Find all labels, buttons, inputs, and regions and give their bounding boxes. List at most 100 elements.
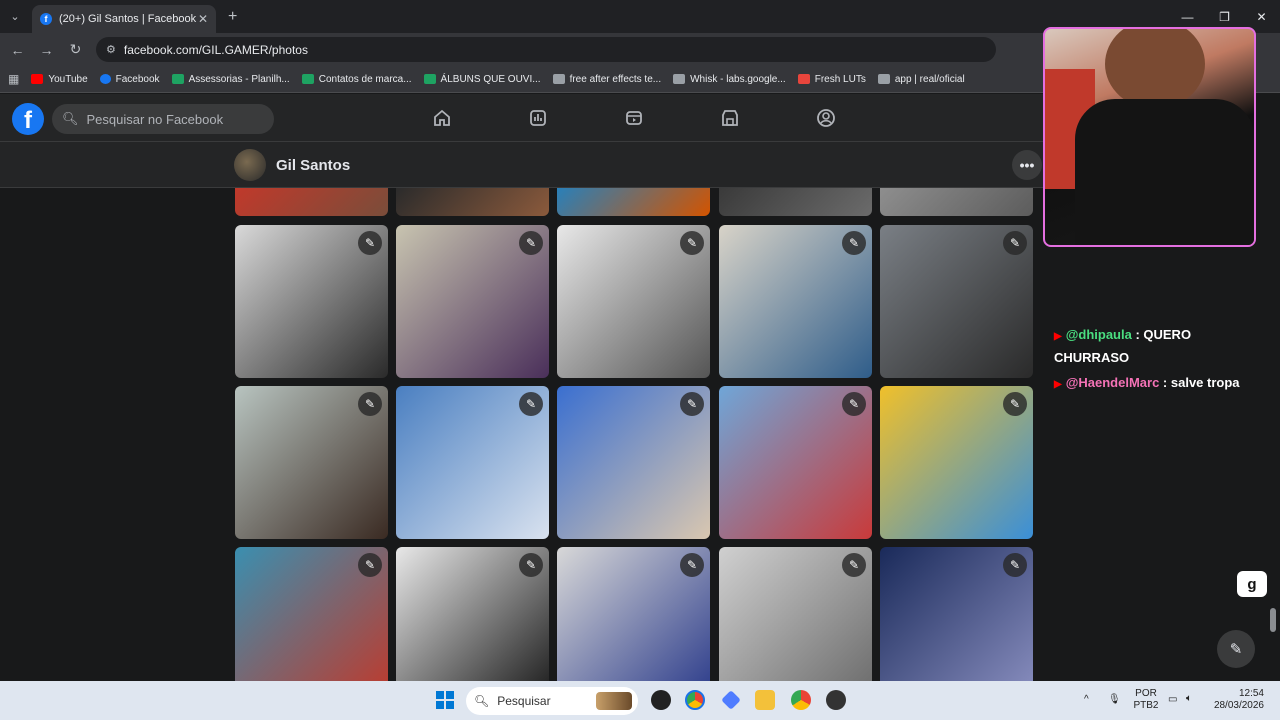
webcam-overlay (1043, 27, 1256, 247)
reload-button[interactable]: ↻ (61, 41, 90, 58)
tab-close-icon[interactable]: ✕ (198, 12, 208, 26)
bookmark-youtube[interactable]: YouTube (31, 74, 88, 85)
bookmark-assessorias[interactable]: Assessorias - Planilh... (171, 74, 290, 85)
photo-thumbnail[interactable]: ✎ (396, 547, 549, 681)
tab-search-button[interactable]: ⌄ (0, 0, 30, 33)
volume-icon[interactable]: 🔈︎ (1186, 693, 1192, 705)
file-explorer-icon[interactable] (755, 690, 775, 710)
whisk-icon (673, 74, 686, 84)
photo-thumbnail[interactable]: ✎ (396, 386, 549, 539)
search-highlight-image (596, 692, 632, 710)
photo-grid: ✎ ✎ ✎ ✎ ✎ ✎ ✎ ✎ ✎ ✎ ✎ ✎ ✎ ✎ ✎ (0, 188, 1045, 681)
webcam-person (1105, 29, 1205, 109)
more-options-button[interactable]: ••• (1012, 150, 1042, 180)
edit-pencil-icon[interactable]: ✎ (680, 392, 704, 416)
edit-pencil-icon[interactable]: ✎ (358, 392, 382, 416)
chat-username: @HaendelMarc (1065, 375, 1160, 390)
live-chat-overlay: ▶ @dhipaula : QUERO CHURRASO ▶ @HaendelMar… (1054, 324, 1264, 399)
home-icon[interactable] (431, 107, 453, 129)
photo-thumbnail[interactable]: ✎ (719, 547, 872, 681)
facebook-icon (99, 74, 111, 84)
photo-thumbnail[interactable]: ✎ (880, 547, 1033, 681)
back-button[interactable]: ← (3, 42, 32, 58)
edit-pencil-icon[interactable]: ✎ (519, 553, 543, 577)
photo-thumbnail[interactable]: ✎ (880, 386, 1033, 539)
scrollbar-thumb[interactable] (1270, 608, 1276, 632)
tab-title: (20+) Gil Santos | Facebook (59, 13, 197, 25)
photo-thumbnail[interactable]: ✎ (557, 225, 710, 378)
photo-thumbnail[interactable] (235, 188, 388, 216)
g-extension-button[interactable]: g (1237, 571, 1267, 597)
photo-thumbnail[interactable] (396, 188, 549, 216)
photo-thumbnail[interactable]: ✎ (557, 386, 710, 539)
bookmark-app-real[interactable]: app | real/oficial (877, 74, 965, 85)
taskbar-search-input[interactable]: 🔍︎ Pesquisar (466, 687, 638, 715)
chrome-canary-icon[interactable] (791, 690, 811, 710)
facebook-logo[interactable]: f (12, 103, 44, 135)
youtube-icon: ▶ (1054, 379, 1062, 390)
bookmark-whisk[interactable]: Whisk - labs.google... (673, 74, 786, 85)
edit-pencil-icon[interactable]: ✎ (842, 231, 866, 255)
edit-pencil-icon[interactable]: ✎ (358, 553, 382, 577)
microphone-icon[interactable]: 🎙︎ (1108, 694, 1121, 706)
edit-pencil-icon[interactable]: ✎ (680, 231, 704, 255)
bookmark-icon (552, 74, 565, 84)
new-message-button[interactable]: ✎ (1217, 630, 1255, 668)
photo-thumbnail[interactable] (557, 188, 710, 216)
bookmark-facebook[interactable]: Facebook (99, 74, 160, 85)
marketplace-icon[interactable] (719, 107, 741, 129)
edit-pencil-icon[interactable]: ✎ (1003, 392, 1027, 416)
photo-thumbnail[interactable]: ✎ (235, 225, 388, 378)
edit-pencil-icon[interactable]: ✎ (519, 231, 543, 255)
obs-icon[interactable] (651, 690, 671, 710)
apps-grid-icon[interactable]: ▦ (8, 72, 19, 86)
chat-text: salve tropa (1170, 375, 1240, 390)
photo-thumbnail[interactable]: ✎ (235, 547, 388, 681)
facebook-search-input[interactable]: 🔍︎ Pesquisar no Facebook (52, 104, 274, 134)
photo-thumbnail[interactable]: ✎ (719, 225, 872, 378)
forward-button[interactable]: → (32, 42, 61, 58)
bookmark-after-effects[interactable]: free after effects te... (552, 74, 661, 85)
photo-thumbnail[interactable]: ✎ (557, 547, 710, 681)
site-info-icon[interactable]: ⚙ (106, 43, 116, 56)
bookmark-albuns[interactable]: ÁLBUNS QUE OUVI... (423, 74, 541, 85)
webcam-shirt (1075, 99, 1254, 245)
app-icon[interactable] (826, 690, 846, 710)
edit-pencil-icon[interactable]: ✎ (519, 392, 543, 416)
chevron-up-icon[interactable]: ^ (1084, 694, 1089, 706)
edit-pencil-icon[interactable]: ✎ (1003, 553, 1027, 577)
photo-thumbnail[interactable]: ✎ (880, 225, 1033, 378)
bookmark-contatos[interactable]: Contatos de marca... (301, 74, 412, 85)
photo-thumbnail[interactable] (880, 188, 1033, 216)
photo-thumbnail[interactable]: ✎ (235, 386, 388, 539)
network-icon[interactable]: ▭ (1168, 694, 1177, 706)
edit-pencil-icon[interactable]: ✎ (358, 231, 382, 255)
chrome-icon[interactable] (685, 690, 705, 710)
play-icon (877, 74, 890, 84)
windows-start-icon[interactable] (436, 691, 454, 709)
photo-thumbnail[interactable]: ✎ (719, 386, 872, 539)
browser-tab[interactable]: f (20+) Gil Santos | Facebook ✕ (32, 5, 216, 33)
profile-name[interactable]: Gil Santos (276, 157, 350, 174)
edit-pencil-icon[interactable]: ✎ (842, 553, 866, 577)
language-indicator[interactable]: POR PTB2 (1132, 688, 1160, 712)
chat-message: ▶ @HaendelMarc : salve tropa (1054, 375, 1240, 390)
photo-thumbnail[interactable] (719, 188, 872, 216)
groups-icon[interactable] (815, 107, 837, 129)
edit-pencil-icon[interactable]: ✎ (842, 392, 866, 416)
edit-pencil-icon[interactable]: ✎ (1003, 231, 1027, 255)
photo-thumbnail[interactable]: ✎ (396, 225, 549, 378)
avatar[interactable] (234, 149, 266, 181)
luts-icon (797, 74, 810, 84)
edit-pencil-icon[interactable]: ✎ (680, 553, 704, 577)
clock[interactable]: 12:54 28/03/2026 (1206, 688, 1264, 712)
app-icon[interactable] (721, 690, 741, 710)
video-icon[interactable] (623, 107, 645, 129)
bookmark-fresh-luts[interactable]: Fresh LUTs (797, 74, 866, 85)
feed-icon[interactable] (527, 107, 549, 129)
sheets-icon (171, 74, 184, 84)
new-tab-button[interactable]: + (228, 8, 237, 26)
url-text: facebook.com/GIL.GAMER/photos (123, 42, 308, 57)
url-field[interactable]: ⚙ facebook.com/GIL.GAMER/photos (96, 37, 996, 62)
chat-username: @dhipaula (1065, 327, 1132, 342)
